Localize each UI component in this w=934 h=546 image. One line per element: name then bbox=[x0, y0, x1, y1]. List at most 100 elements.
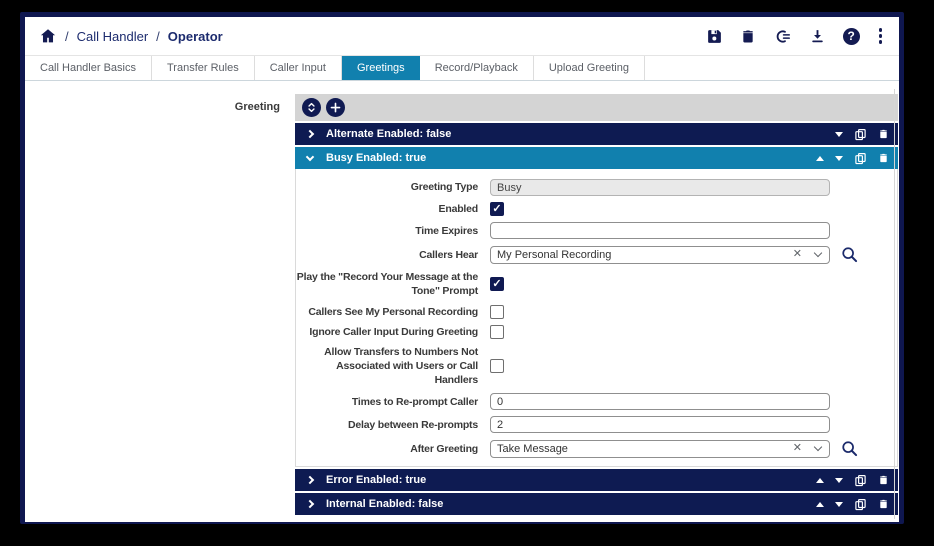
enabled-checkbox[interactable] bbox=[490, 202, 504, 216]
chevron-down-icon[interactable] bbox=[814, 249, 822, 257]
field-label: Enabled bbox=[296, 202, 478, 216]
breadcrumb-separator: / bbox=[156, 29, 160, 44]
tab-greetings[interactable]: Greetings bbox=[342, 56, 420, 80]
breadcrumb-call-handler[interactable]: Call Handler bbox=[77, 29, 149, 44]
clear-icon[interactable] bbox=[793, 249, 802, 260]
copy-icon[interactable] bbox=[854, 128, 867, 141]
greeting-type-input bbox=[490, 179, 830, 196]
header-actions bbox=[706, 28, 884, 45]
play-record-prompt-checkbox[interactable] bbox=[490, 277, 504, 291]
panel-title: Busy Enabled: true bbox=[326, 152, 426, 164]
field-label: Callers Hear bbox=[296, 248, 478, 262]
copy-icon[interactable] bbox=[854, 152, 867, 165]
field-label: Ignore Caller Input During Greeting bbox=[296, 325, 478, 339]
copy-icon[interactable] bbox=[854, 474, 867, 487]
help-icon[interactable] bbox=[843, 28, 860, 45]
download-icon[interactable] bbox=[809, 28, 826, 45]
selected-value: Take Message bbox=[497, 443, 793, 455]
search-icon[interactable] bbox=[840, 439, 859, 458]
field-enabled: Enabled bbox=[296, 202, 897, 216]
callers-see-recording-checkbox[interactable] bbox=[490, 305, 504, 319]
chevron-down-icon bbox=[306, 152, 314, 160]
app-window: / Call Handler / Operator Call Handler B… bbox=[20, 12, 904, 524]
tab-transfer-rules[interactable]: Transfer Rules bbox=[152, 56, 255, 80]
field-play-record-prompt: Play the "Record Your Message at the Ton… bbox=[296, 270, 897, 298]
search-icon[interactable] bbox=[840, 245, 859, 264]
panel-busy-body: Greeting Type Enabled Time Expires Calle… bbox=[295, 169, 898, 467]
panel-title: Internal Enabled: false bbox=[326, 498, 443, 510]
move-up-icon[interactable] bbox=[816, 478, 824, 483]
field-ignore-caller-input: Ignore Caller Input During Greeting bbox=[296, 325, 897, 339]
field-label: Times to Re-prompt Caller bbox=[296, 395, 478, 409]
save-icon[interactable] bbox=[706, 28, 723, 45]
field-label: Delay between Re-prompts bbox=[296, 418, 478, 432]
times-reprompt-input[interactable] bbox=[490, 393, 830, 410]
expand-collapse-all-button[interactable] bbox=[302, 98, 321, 117]
scrollbar[interactable] bbox=[894, 89, 895, 519]
delete-icon[interactable] bbox=[878, 152, 889, 164]
field-after-greeting: After Greeting Take Message bbox=[296, 439, 897, 458]
tab-caller-input[interactable]: Caller Input bbox=[255, 56, 342, 80]
breadcrumb-separator: / bbox=[65, 29, 69, 44]
panel-busy-header[interactable]: Busy Enabled: true bbox=[295, 147, 898, 169]
field-allow-transfers: Allow Transfers to Numbers Not Associate… bbox=[296, 345, 897, 388]
move-up-icon[interactable] bbox=[816, 156, 824, 161]
selected-value: My Personal Recording bbox=[497, 249, 793, 261]
panel-alternate-header[interactable]: Alternate Enabled: false bbox=[295, 123, 898, 145]
move-down-icon[interactable] bbox=[835, 478, 843, 483]
move-up-icon[interactable] bbox=[816, 502, 824, 507]
time-expires-input[interactable] bbox=[490, 222, 830, 239]
chevron-down-icon[interactable] bbox=[814, 443, 822, 451]
delay-reprompts-input[interactable] bbox=[490, 416, 830, 433]
field-time-expires: Time Expires bbox=[296, 222, 897, 239]
plus-icon bbox=[329, 101, 342, 114]
field-callers-hear: Callers Hear My Personal Recording bbox=[296, 245, 897, 264]
clear-icon[interactable] bbox=[793, 443, 802, 454]
chevron-right-icon bbox=[306, 500, 314, 508]
greeting-toolbar bbox=[295, 94, 898, 121]
delete-icon[interactable] bbox=[740, 28, 756, 45]
greeting-section: Alternate Enabled: false Busy Enabled: t… bbox=[295, 94, 898, 522]
field-label: After Greeting bbox=[296, 442, 478, 456]
move-down-icon[interactable] bbox=[835, 156, 843, 161]
allow-transfers-checkbox[interactable] bbox=[490, 359, 504, 373]
move-down-icon[interactable] bbox=[835, 502, 843, 507]
field-label: Greeting Type bbox=[296, 180, 478, 194]
breadcrumb-current-operator: Operator bbox=[168, 29, 223, 44]
move-down-icon[interactable] bbox=[835, 132, 843, 137]
panel-title: Error Enabled: true bbox=[326, 474, 426, 486]
field-label: Allow Transfers to Numbers Not Associate… bbox=[296, 345, 478, 388]
callers-hear-select[interactable]: My Personal Recording bbox=[490, 246, 830, 264]
related-links-icon[interactable] bbox=[773, 28, 792, 45]
after-greeting-select[interactable]: Take Message bbox=[490, 440, 830, 458]
delete-icon[interactable] bbox=[878, 474, 889, 486]
panel-title: Alternate Enabled: false bbox=[326, 128, 451, 140]
header-bar: / Call Handler / Operator bbox=[25, 17, 899, 56]
tab-call-handler-basics[interactable]: Call Handler Basics bbox=[25, 56, 152, 80]
panel-internal-header[interactable]: Internal Enabled: false bbox=[295, 493, 898, 515]
field-label: Time Expires bbox=[296, 224, 478, 238]
tab-record-playback[interactable]: Record/Playback bbox=[420, 56, 534, 80]
chevron-right-icon bbox=[306, 476, 314, 484]
field-label: Play the "Record Your Message at the Ton… bbox=[296, 270, 478, 298]
more-options-icon[interactable] bbox=[877, 28, 884, 43]
delete-icon[interactable] bbox=[878, 498, 889, 510]
field-label: Callers See My Personal Recording bbox=[296, 305, 478, 319]
tab-bar: Call Handler Basics Transfer Rules Calle… bbox=[25, 56, 899, 81]
delete-icon[interactable] bbox=[878, 128, 889, 140]
content-area: Greeting Alternate Enabled: false bbox=[25, 81, 899, 522]
field-callers-see-recording: Callers See My Personal Recording bbox=[296, 305, 897, 319]
panel-error-header[interactable]: Error Enabled: true bbox=[295, 469, 898, 491]
copy-icon[interactable] bbox=[854, 498, 867, 511]
field-times-reprompt: Times to Re-prompt Caller bbox=[296, 393, 897, 410]
add-greeting-button[interactable] bbox=[326, 98, 345, 117]
greeting-field-label: Greeting bbox=[25, 94, 280, 522]
chevron-right-icon bbox=[306, 130, 314, 138]
expand-collapse-icon bbox=[305, 101, 318, 114]
field-greeting-type: Greeting Type bbox=[296, 179, 897, 196]
breadcrumb: / Call Handler / Operator bbox=[39, 27, 223, 45]
tab-upload-greeting[interactable]: Upload Greeting bbox=[534, 56, 645, 80]
home-icon[interactable] bbox=[39, 27, 57, 45]
field-delay-reprompts: Delay between Re-prompts bbox=[296, 416, 897, 433]
ignore-caller-input-checkbox[interactable] bbox=[490, 325, 504, 339]
